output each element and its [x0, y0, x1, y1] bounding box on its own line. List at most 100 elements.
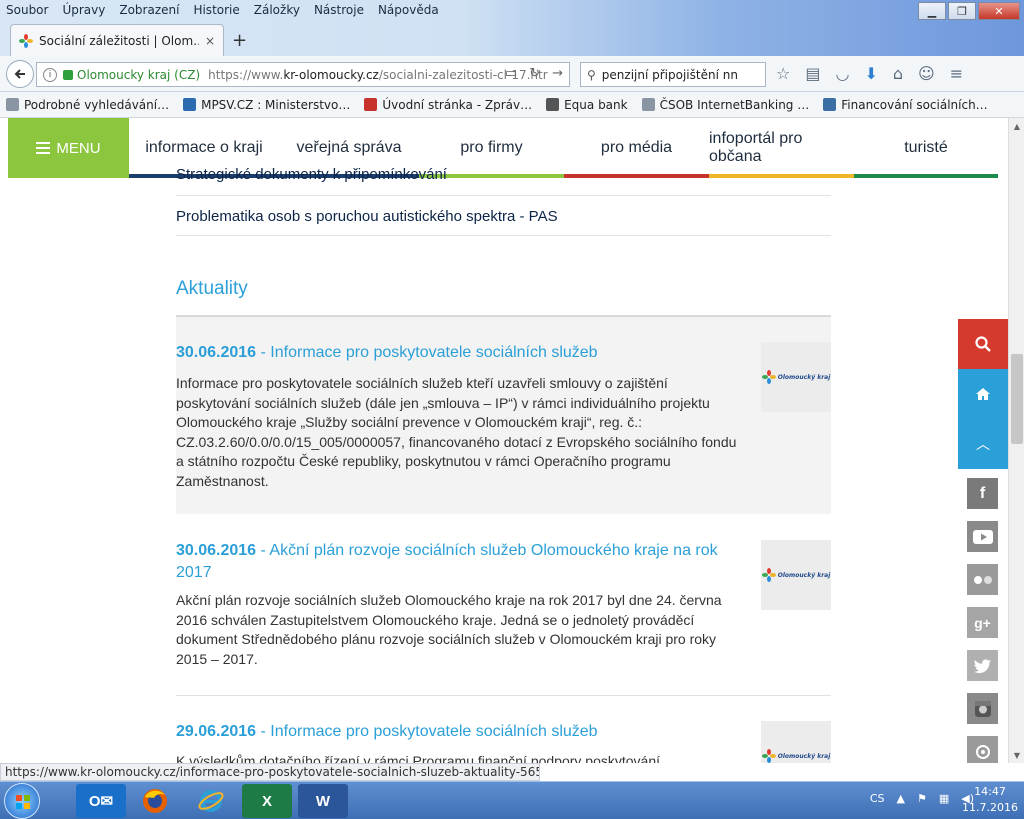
news-title: Informace pro poskytovatele sociálních s…	[270, 723, 598, 740]
network-icon[interactable]: ▦	[939, 792, 949, 805]
taskbar-clock[interactable]: 14:47 11.7.2016	[960, 784, 1020, 816]
bookmark-item[interactable]: MPSV.CZ : Ministerstvo…	[183, 98, 350, 112]
news-thumbnail[interactable]: Olomoucký kraj	[761, 342, 831, 412]
scrollbar-thumb[interactable]	[1011, 354, 1023, 444]
news-date: 30.06.2016	[176, 344, 257, 361]
windows-taskbar: O✉ X W CS ▲ ⚑ ▦ ◀) 14:47 11.7.2016	[0, 781, 1024, 819]
reload-icon[interactable]: ↻	[529, 66, 540, 81]
bookmark-item[interactable]: Podrobné vyhledávání…	[6, 98, 169, 112]
facebook-button[interactable]: f	[967, 478, 998, 509]
word-icon: W	[315, 792, 331, 810]
news-title: Informace pro poskytovatele sociálních s…	[270, 344, 598, 361]
news-thumbnail[interactable]: Olomoucký kraj	[761, 721, 831, 763]
tab-socialni-zalezitosti[interactable]: Sociální záležitosti | Olom… ×	[10, 24, 224, 56]
back-button[interactable]	[6, 60, 34, 88]
excel-taskbar-button[interactable]: X	[242, 784, 292, 818]
nav-turiste[interactable]: turisté	[854, 118, 998, 178]
bookmark-item[interactable]: Financování sociálních…	[823, 98, 988, 112]
cfk-icon	[823, 98, 837, 111]
google-plus-button[interactable]: g+	[967, 607, 998, 638]
issuu-button[interactable]	[967, 736, 998, 763]
news-title-link[interactable]: 29.06.2016 - Informace pro poskytovatele…	[176, 721, 736, 743]
language-indicator[interactable]: CS	[870, 792, 885, 805]
link-strategicke-dokumenty[interactable]: Strategické dokumenty k připomínkování	[176, 168, 831, 196]
nav-label: veřejná správa	[296, 139, 402, 156]
library-icon[interactable]: ▤	[805, 64, 820, 83]
bookmark-item[interactable]: ČSOB InternetBanking …	[641, 98, 809, 112]
issuu-icon	[975, 744, 990, 759]
url-bar[interactable]: i Olomoucky kraj (CZ) https://www.kr-olo…	[36, 62, 570, 87]
menu-zobrazeni[interactable]: Zobrazení	[119, 3, 179, 17]
navigation-toolbar: i Olomoucky kraj (CZ) https://www.kr-olo…	[0, 56, 1024, 92]
menu-napoveda[interactable]: Nápověda	[378, 3, 439, 17]
tray-expand-icon[interactable]: ▲	[896, 792, 904, 805]
scroll-up-arrow-icon[interactable]: ▲	[1009, 118, 1024, 134]
link-label: Problematika osob s poruchou autistickéh…	[176, 208, 558, 225]
action-center-flag-icon[interactable]: ⚑	[917, 792, 927, 805]
bookmark-star-icon[interactable]: ☆	[776, 64, 790, 83]
search-bar[interactable]: ⚲ penzijní připojištění nn	[580, 62, 766, 87]
gear-icon	[6, 98, 19, 111]
facebook-icon: f	[979, 484, 986, 502]
menu-zalozky[interactable]: Záložky	[254, 3, 300, 17]
url-prefix: https://www.	[208, 67, 284, 82]
flickr-icon	[973, 575, 992, 584]
close-window-button[interactable]: ✕	[978, 2, 1020, 20]
chevron-up-icon: ︿	[976, 437, 990, 453]
nav-label: informace o kraji	[145, 139, 263, 156]
news-title-link[interactable]: 30.06.2016 - Akční plán rozvoje sociální…	[176, 540, 736, 584]
site-menu-button[interactable]: MENU	[8, 118, 129, 178]
bookmark-item[interactable]: Úvodní stránka - Zpráv…	[364, 98, 532, 112]
pocket-icon[interactable]: ◡	[835, 64, 849, 83]
start-button[interactable]	[4, 783, 40, 819]
info-icon[interactable]: i	[43, 67, 57, 82]
site-home-button[interactable]	[958, 369, 1008, 419]
olomoucky-kraj-logo-icon: Olomoucký kraj	[761, 568, 830, 582]
download-icon[interactable]: ⬇	[864, 64, 877, 83]
nav-label: pro média	[600, 139, 673, 156]
hamburger-menu-icon[interactable]: ≡	[950, 64, 963, 83]
outlook-taskbar-button[interactable]: O✉	[76, 784, 126, 818]
site-identity[interactable]: Olomoucky kraj (CZ)	[77, 68, 200, 82]
home-icon[interactable]: ⌂	[893, 64, 903, 83]
menu-upravy[interactable]: Úpravy	[62, 3, 105, 17]
tab-close-icon[interactable]: ×	[205, 34, 215, 48]
nav-label: turisté	[904, 139, 948, 156]
search-input[interactable]: penzijní připojištění nn	[602, 68, 738, 82]
youtube-button[interactable]	[967, 521, 998, 552]
firefox-taskbar-button[interactable]	[130, 784, 180, 818]
excel-icon: X	[261, 792, 272, 810]
site-search-button[interactable]	[958, 319, 1008, 369]
site-menu-label: MENU	[56, 139, 101, 157]
new-tab-button[interactable]: +	[232, 30, 247, 51]
link-pas[interactable]: Problematika osob s poruchou autistickéh…	[176, 206, 831, 236]
twitter-button[interactable]	[967, 650, 998, 681]
scroll-top-button[interactable]: ︿	[958, 419, 1008, 469]
account-icon[interactable]: ☺	[918, 64, 935, 83]
bookmark-label: Podrobné vyhledávání…	[24, 97, 170, 112]
news-thumbnail[interactable]: Olomoucký kraj	[761, 540, 831, 610]
menu-nastroje[interactable]: Nástroje	[314, 3, 364, 17]
word-taskbar-button[interactable]: W	[298, 784, 348, 818]
minimize-button[interactable]: ▁	[918, 2, 946, 20]
nav-label: pro firmy	[460, 139, 523, 156]
maximize-button[interactable]: ❐	[948, 2, 976, 20]
flickr-button[interactable]	[967, 564, 998, 595]
news-item: 29.06.2016 - Informace pro poskytovatele…	[176, 696, 831, 763]
news-item: 30.06.2016 - Informace pro poskytovatele…	[176, 317, 831, 514]
url-text[interactable]: https://www.kr-olomoucky.cz/socialni-zal…	[208, 68, 548, 82]
news-item: 30.06.2016 - Akční plán rozvoje sociální…	[176, 514, 831, 694]
scroll-down-arrow-icon[interactable]: ▼	[1009, 747, 1024, 763]
menu-historie[interactable]: Historie	[193, 3, 239, 17]
news-date: 29.06.2016	[176, 723, 257, 740]
page-scrollbar[interactable]: ▲ ▼	[1008, 118, 1024, 763]
reader-view-icon[interactable]: ▭	[505, 66, 517, 81]
news-title-link[interactable]: 30.06.2016 - Informace pro poskytovatele…	[176, 342, 736, 364]
menu-soubor[interactable]: Soubor	[6, 3, 48, 17]
bookmark-item[interactable]: Equa bank	[546, 98, 628, 112]
ie-taskbar-button[interactable]	[186, 784, 236, 818]
go-arrow-icon[interactable]: →	[552, 66, 563, 81]
instagram-button[interactable]	[967, 693, 998, 724]
back-arrow-icon	[14, 69, 25, 79]
search-icon	[975, 336, 991, 352]
